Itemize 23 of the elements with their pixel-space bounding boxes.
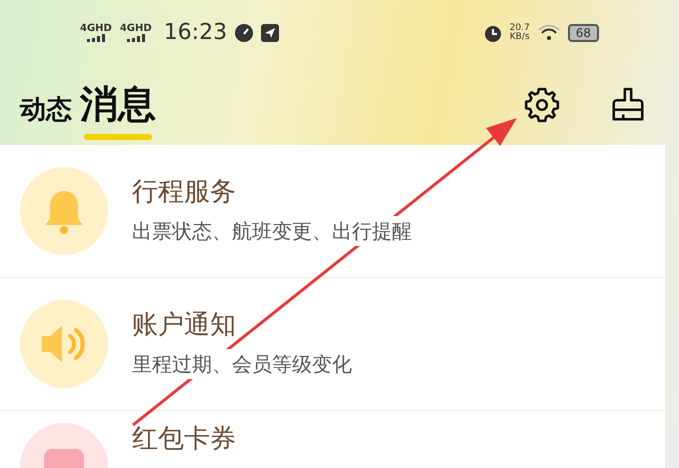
tab[interactable]: 消息	[76, 84, 160, 140]
settings-icon[interactable]	[523, 86, 561, 124]
battery-level: 68	[568, 24, 599, 42]
row-title: 红包卡券	[132, 423, 236, 456]
signal-icon	[124, 34, 147, 42]
list-row[interactable]: 账户通知 里程过期、会员等级变化	[0, 278, 665, 411]
wifi-icon	[538, 25, 560, 42]
list-row[interactable]: 行程服务 出票状态、航班变更、出行提醒	[0, 145, 665, 278]
row-title: 行程服务	[132, 176, 237, 210]
list-row[interactable]: 红包卡券	[0, 411, 665, 468]
speed-value: 20.7	[510, 24, 530, 32]
row-title: 账户通知	[132, 309, 237, 342]
signal-icon	[84, 34, 107, 42]
send-icon	[261, 24, 280, 42]
gauge-icon	[235, 24, 254, 42]
alarm-icon	[484, 24, 502, 42]
row-subtitle: 出票状态、航班变更、出行提醒	[132, 216, 412, 246]
tab[interactable]: 动态	[16, 90, 76, 130]
clock-time: 16:23	[164, 19, 228, 47]
network-label: 4GHD	[80, 24, 112, 34]
network-label: 4GHD	[120, 24, 152, 34]
speed-unit: KB/s	[510, 32, 530, 42]
row-subtitle: 里程过期、会员等级变化	[132, 348, 352, 379]
